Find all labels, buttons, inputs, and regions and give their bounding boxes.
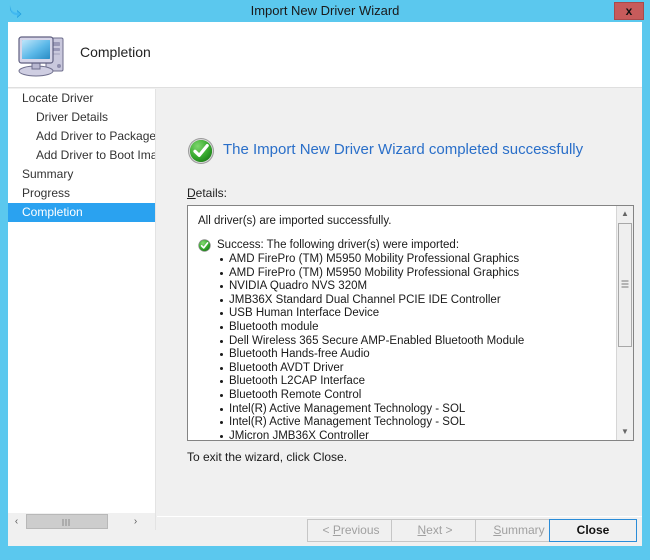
window-title: Import New Driver Wizard <box>250 3 400 18</box>
driver-list: AMD FirePro (TM) M5950 Mobility Professi… <box>198 253 617 440</box>
green-check-small-icon <box>198 239 211 252</box>
wizard-banner: Completion <box>8 22 642 88</box>
driver-list-item: Bluetooth Remote Control <box>198 389 617 403</box>
scroll-up-icon[interactable]: ▲ <box>617 206 633 222</box>
details-label-accel: D <box>187 186 196 200</box>
details-intro: All driver(s) are imported successfully. <box>198 215 392 227</box>
sidebar-item-label: Completion <box>22 205 83 219</box>
sidebar-item-label: Progress <box>22 186 71 200</box>
driver-list-item: NVIDIA Quadro NVS 320M <box>198 280 617 294</box>
sidebar-item-label: Driver Details <box>36 110 109 124</box>
sidebar-item-progress[interactable]: Progress <box>8 184 155 203</box>
details-success-heading-row: Success: The following driver(s) were im… <box>198 238 617 252</box>
details-label-rest: etails: <box>195 186 228 200</box>
close-button[interactable]: Close <box>549 519 637 542</box>
btn-rest: revious <box>340 523 380 537</box>
vscroll-thumb[interactable] <box>618 223 632 347</box>
details-textbox[interactable]: All driver(s) are imported successfully. <box>187 205 634 441</box>
btn-accel: P <box>332 523 341 537</box>
computer-icon <box>16 28 70 82</box>
footer-gap <box>157 509 642 516</box>
success-message: The Import New Driver Wizard completed s… <box>223 141 584 158</box>
sidebar-horizontal-scrollbar[interactable]: ‹ › <box>8 513 156 530</box>
sidebar-item-add-driver-to-boot-images[interactable]: Add Driver to Boot Images <box>8 146 155 165</box>
wizard-window: Import New Driver Wizard x Completion Lo… <box>0 0 650 560</box>
hscroll-grip-icon <box>62 519 72 526</box>
scroll-right-icon[interactable]: › <box>127 513 144 530</box>
sidebar-item-label: Add Driver to Packages <box>36 129 156 143</box>
driver-list-item: JMicron JMB36X Controller <box>198 430 617 440</box>
wizard-footer: < Previous Next > Summary Close <box>157 517 642 546</box>
sidebar-item-driver-details[interactable]: Driver Details <box>8 108 155 127</box>
btn-rest: ext > <box>426 523 453 537</box>
sidebar-item-locate-driver[interactable]: Locate Driver <box>8 89 155 108</box>
driver-list-item: AMD FirePro (TM) M5950 Mobility Professi… <box>198 253 617 267</box>
details-vertical-scrollbar[interactable]: ▲ ▼ <box>616 206 633 440</box>
driver-list-item: Bluetooth L2CAP Interface <box>198 375 617 389</box>
sidebar-item-label: Locate Driver <box>22 91 94 105</box>
client-area: Completion Locate Driver Driver Details Ad… <box>8 22 642 546</box>
scroll-left-icon[interactable]: ‹ <box>8 513 25 530</box>
driver-list-item: USB Human Interface Device <box>198 307 617 321</box>
driver-list-item: Intel(R) Active Management Technology - … <box>198 416 617 430</box>
driver-list-item: Dell Wireless 365 Secure AMP-Enabled Blu… <box>198 335 617 349</box>
sidebar-item-label: Summary <box>22 167 74 181</box>
btn-accel: N <box>417 523 427 537</box>
exit-instruction: To exit the wizard, click Close. <box>187 450 348 464</box>
details-label: Details: <box>187 186 227 200</box>
btn-prefix: < <box>322 523 333 537</box>
previous-button: < Previous <box>307 519 395 542</box>
sidebar-item-label: Add Driver to Boot Images <box>36 148 156 162</box>
scroll-down-icon[interactable]: ▼ <box>617 424 633 440</box>
green-check-icon <box>187 137 215 165</box>
main-pane: The Import New Driver Wizard completed s… <box>157 89 642 530</box>
title-bar: Import New Driver Wizard x <box>0 0 650 22</box>
driver-list-item: Bluetooth module <box>198 321 617 335</box>
driver-list-item: AMD FirePro (TM) M5950 Mobility Professi… <box>198 267 617 281</box>
driver-list-item: Intel(R) Active Management Technology - … <box>198 403 617 417</box>
hscroll-thumb[interactable] <box>26 514 108 529</box>
driver-list-item: Bluetooth AVDT Driver <box>198 362 617 376</box>
next-button: Next > <box>391 519 479 542</box>
close-icon[interactable]: x <box>614 2 644 20</box>
vscroll-grip-icon <box>621 280 629 290</box>
sidebar-item-summary[interactable]: Summary <box>8 165 155 184</box>
btn-rest: ummary <box>501 523 545 537</box>
sidebar-item-add-driver-to-packages[interactable]: Add Driver to Packages <box>8 127 155 146</box>
wizard-step-nav: Locate Driver Driver Details Add Driver to… <box>8 89 156 513</box>
page-title: Completion <box>80 44 151 60</box>
driver-list-item: JMB36X Standard Dual Channel PCIE IDE Co… <box>198 294 617 308</box>
details-success-heading: Success: The following driver(s) were im… <box>217 239 460 251</box>
details-content: All driver(s) are imported successfully. <box>188 206 617 440</box>
driver-list-item: Bluetooth Hands-free Audio <box>198 348 617 362</box>
sidebar-item-completion[interactable]: Completion <box>8 203 155 222</box>
